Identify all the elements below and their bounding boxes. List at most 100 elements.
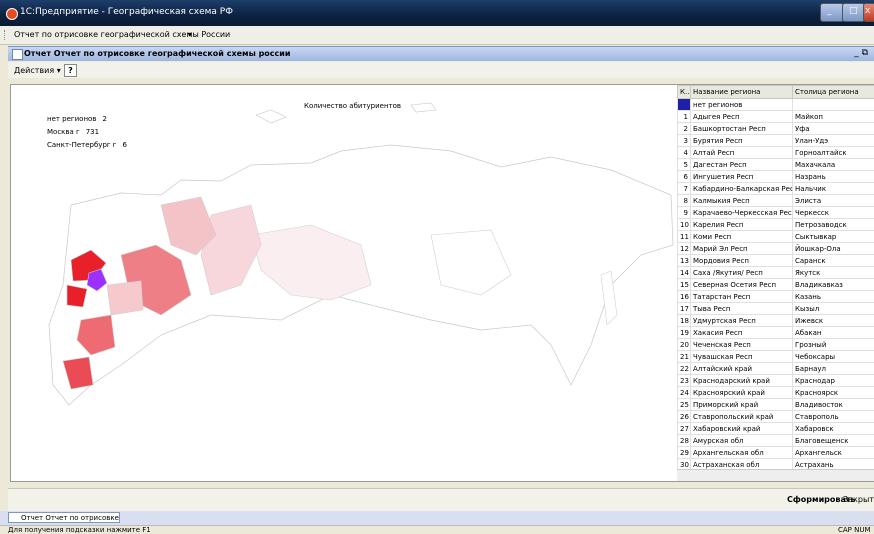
row-region-name: Саха /Якутия/ Респ [691, 267, 793, 279]
row-capital: Черкесск [793, 207, 874, 219]
close-form-button[interactable]: Закрыть [843, 495, 874, 504]
row-region-name: нет регионов [691, 99, 793, 111]
document-window-controls[interactable]: _ ⧉ [854, 48, 868, 58]
row-capital: Архангельск [793, 447, 874, 459]
table-row[interactable]: 7Кабардино-Балкарская РеспНальчик [678, 183, 874, 195]
table-row[interactable]: 1Адыгея РеспМайкоп [678, 111, 874, 123]
row-code: 6 [678, 171, 691, 183]
table-row[interactable]: 8Калмыкия РеспЭлиста [678, 195, 874, 207]
row-region-name: Мордовия Респ [691, 255, 793, 267]
row-region-name: Ингушетия Респ [691, 171, 793, 183]
legend-value: 6 [122, 141, 126, 149]
region-sakhalin [601, 271, 617, 325]
row-code: 11 [678, 231, 691, 243]
row-region-name: Хабаровский край [691, 423, 793, 435]
table-row[interactable]: 13Мордовия РеспСаранск [678, 255, 874, 267]
row-region-name: Красноярский край [691, 387, 793, 399]
taskbar-window-item[interactable]: Отчет Отчет по отрисовке ... [8, 512, 120, 523]
table-row[interactable]: 29Архангельская облАрхангельск [678, 447, 874, 459]
row-capital: Ставрополь [793, 411, 874, 423]
row-code: 7 [678, 183, 691, 195]
table-row[interactable]: 22Алтайский крайБарнаул [678, 363, 874, 375]
table-row[interactable]: 14Саха /Якутия/ РеспЯкутск [678, 267, 874, 279]
map-panel[interactable]: Количество абитуриентов нет регионов2 Мо… [10, 84, 679, 482]
legend-label: нет регионов [47, 115, 96, 123]
row-region-name: Бурятия Респ [691, 135, 793, 147]
table-row[interactable]: 25Приморский крайВладивосток [678, 399, 874, 411]
table-row[interactable]: 16Татарстан РеспКазань [678, 291, 874, 303]
region-south-1 [77, 315, 115, 355]
table-row[interactable]: 9Карачаево-Черкесская РеспЧеркесск [678, 207, 874, 219]
table-row[interactable]: 5Дагестан РеспМахачкала [678, 159, 874, 171]
actions-menu-button[interactable]: Действия ▾ [14, 66, 61, 75]
help-button[interactable]: ? [64, 64, 77, 77]
column-header-region[interactable]: Название региона [691, 86, 793, 99]
row-region-name: Чувашская Респ [691, 351, 793, 363]
table-row[interactable]: нет регионов [678, 99, 874, 111]
table-row[interactable]: 18Удмуртская РеспИжевск [678, 315, 874, 327]
table-row[interactable]: 20Чеченская РеспГрозный [678, 339, 874, 351]
minimize-button[interactable]: _ [820, 3, 844, 22]
table-row[interactable]: 2Башкортостан РеспУфа [678, 123, 874, 135]
row-region-name: Чеченская Респ [691, 339, 793, 351]
row-region-name: Адыгея Респ [691, 111, 793, 123]
row-code: 24 [678, 387, 691, 399]
table-row[interactable]: 17Тыва РеспКызыл [678, 303, 874, 315]
maximize-button[interactable]: □ [842, 3, 865, 22]
row-code: 13 [678, 255, 691, 267]
table-row[interactable]: 27Хабаровский крайХабаровск [678, 423, 874, 435]
row-code: 20 [678, 339, 691, 351]
row-region-name: Северная Осетия Респ [691, 279, 793, 291]
table-row[interactable]: 21Чувашская РеспЧебоксары [678, 351, 874, 363]
row-region-name: Амурская обл [691, 435, 793, 447]
regions-table[interactable]: К... Название региона Столица региона не… [677, 84, 874, 482]
toolbar-grip [4, 30, 8, 40]
row-capital: Чебоксары [793, 351, 874, 363]
row-capital: Петрозаводск [793, 219, 874, 231]
row-region-name: Калмыкия Респ [691, 195, 793, 207]
row-capital: Грозный [793, 339, 874, 351]
column-header-capital[interactable]: Столица региона [793, 86, 874, 99]
legend-label: Санкт-Петербург г [47, 141, 116, 149]
table-row[interactable]: 19Хакасия РеспАбакан [678, 327, 874, 339]
table-body: нет регионов1Адыгея РеспМайкоп2Башкортос… [678, 99, 874, 471]
window-titlebar: 1С:Предприятие - Географическая схема РФ… [0, 0, 874, 26]
row-code: 19 [678, 327, 691, 339]
row-code: 8 [678, 195, 691, 207]
row-code: 26 [678, 411, 691, 423]
document-icon [12, 49, 23, 60]
row-capital: Хабаровск [793, 423, 874, 435]
legend-value: 2 [102, 115, 106, 123]
table-row[interactable]: 11Коми РеспСыктывкар [678, 231, 874, 243]
row-code: 5 [678, 159, 691, 171]
menu-item-report[interactable]: Отчет по отрисовке географической схемы … [14, 30, 230, 39]
row-region-name: Приморский край [691, 399, 793, 411]
row-code: 29 [678, 447, 691, 459]
table-row[interactable]: 10Карелия РеспПетрозаводск [678, 219, 874, 231]
table-row[interactable]: 26Ставропольский крайСтаврополь [678, 411, 874, 423]
row-capital: Назрань [793, 171, 874, 183]
row-code: 28 [678, 435, 691, 447]
chevron-down-icon[interactable]: ▾ [188, 30, 192, 39]
table-row[interactable]: 23Краснодарский крайКраснодар [678, 375, 874, 387]
row-region-name: Коми Респ [691, 231, 793, 243]
table-header-row: К... Название региона Столица региона [678, 86, 874, 99]
column-header-code[interactable]: К... [678, 86, 691, 99]
row-code: 23 [678, 375, 691, 387]
table-row[interactable]: 12Марий Эл РеспЙошкар-Ола [678, 243, 874, 255]
table-row[interactable]: 28Амурская облБлаговещенск [678, 435, 874, 447]
row-region-name: Карелия Респ [691, 219, 793, 231]
table-row[interactable]: 6Ингушетия РеспНазрань [678, 171, 874, 183]
row-region-name: Марий Эл Респ [691, 243, 793, 255]
row-region-name: Архангельская обл [691, 447, 793, 459]
table-row[interactable]: 4Алтай РеспГорноалтайск [678, 147, 874, 159]
row-code: 14 [678, 267, 691, 279]
row-capital: Уфа [793, 123, 874, 135]
table-row[interactable]: 3Бурятия РеспУлан-Удэ [678, 135, 874, 147]
close-window-button[interactable]: x [863, 3, 874, 22]
table-row[interactable]: 24Красноярский крайКрасноярск [678, 387, 874, 399]
horizontal-scrollbar[interactable] [677, 469, 874, 482]
row-code [678, 99, 691, 111]
window-taskbar: Отчет Отчет по отрисовке ... [0, 511, 874, 525]
table-row[interactable]: 15Северная Осетия РеспВладикавказ [678, 279, 874, 291]
